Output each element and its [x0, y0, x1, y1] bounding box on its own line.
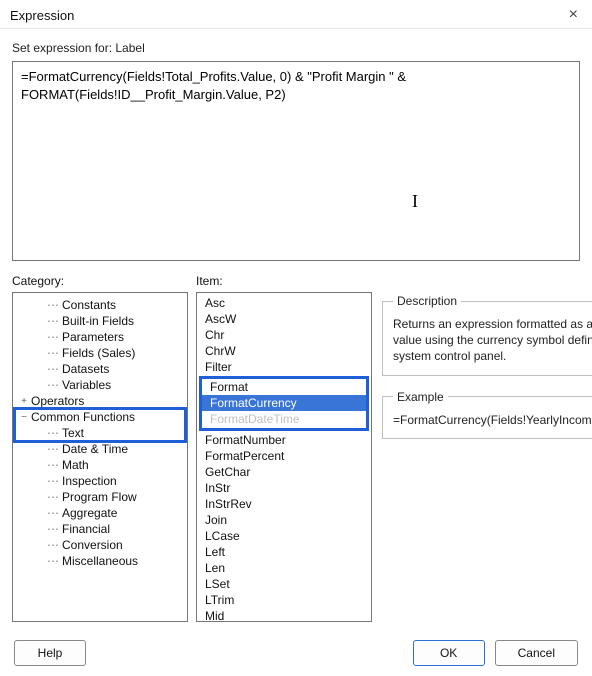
category-item[interactable]: ⋯Date & Time — [15, 441, 185, 457]
expand-icon[interactable]: + — [17, 396, 31, 407]
category-item[interactable]: ⋯Miscellaneous — [15, 553, 185, 569]
tree-branch-icon: ⋯ — [47, 458, 60, 472]
item-row[interactable]: Asc — [197, 295, 371, 311]
category-item-label: Aggregate — [62, 506, 117, 520]
item-row[interactable]: Len — [197, 560, 371, 576]
item-row[interactable]: LSet — [197, 576, 371, 592]
tree-branch-icon: ⋯ — [47, 378, 60, 392]
category-item-label: Program Flow — [62, 490, 137, 504]
ok-button[interactable]: OK — [413, 640, 485, 666]
footer-right: OK Cancel — [413, 640, 578, 666]
category-item[interactable]: ⋯Datasets — [15, 361, 185, 377]
item-highlight: FormatFormatCurrencyFormatDateTime — [199, 376, 369, 431]
category-item-label: Math — [62, 458, 89, 472]
item-column: Item: AscAscWChrChrWFilterFormatFormatCu… — [196, 274, 372, 622]
category-item-label: Financial — [62, 522, 110, 536]
set-expression-label: Set expression for: Label — [12, 41, 580, 55]
category-item[interactable]: −Common Functions — [15, 409, 185, 425]
item-row[interactable]: Filter — [197, 359, 371, 375]
category-item-label: Common Functions — [31, 410, 135, 424]
item-row[interactable]: ChrW — [197, 343, 371, 359]
category-item[interactable]: ⋯Constants — [15, 297, 185, 313]
tree-branch-icon: ⋯ — [47, 362, 60, 376]
item-row[interactable]: InStrRev — [197, 496, 371, 512]
tree-branch-icon: ⋯ — [47, 506, 60, 520]
item-row[interactable]: LCase — [197, 528, 371, 544]
tree-branch-icon: ⋯ — [47, 474, 60, 488]
tree-branch-icon: ⋯ — [47, 298, 60, 312]
window-title: Expression — [10, 8, 74, 23]
close-icon[interactable]: × — [565, 6, 582, 24]
cancel-button[interactable]: Cancel — [495, 640, 578, 666]
help-button[interactable]: Help — [14, 640, 86, 666]
category-heading: Category: — [12, 274, 188, 288]
item-row[interactable]: Mid — [197, 608, 371, 622]
item-row[interactable]: FormatDateTime — [202, 411, 366, 427]
description-group: Description Returns an expression format… — [382, 294, 592, 376]
category-item-label: Text — [62, 426, 84, 440]
category-tree[interactable]: ⋯Constants⋯Built-in Fields⋯Parameters⋯Fi… — [12, 292, 188, 622]
category-item[interactable]: ⋯Program Flow — [15, 489, 185, 505]
title-bar: Expression × — [0, 0, 592, 29]
category-item-label: Fields (Sales) — [62, 346, 135, 360]
expression-input[interactable] — [12, 61, 580, 261]
tree-branch-icon: ⋯ — [47, 522, 60, 536]
tree-branch-icon: ⋯ — [47, 554, 60, 568]
category-item-label: Built-in Fields — [62, 314, 134, 328]
example-text: =FormatCurrency(Fields!YearlyIncome.Valu… — [393, 412, 592, 428]
category-item-label: Constants — [62, 298, 116, 312]
item-row[interactable]: InStr — [197, 480, 371, 496]
category-item[interactable]: ⋯Inspection — [15, 473, 185, 489]
category-item[interactable]: ⋯Built-in Fields — [15, 313, 185, 329]
tree-branch-icon: ⋯ — [47, 314, 60, 328]
category-item-label: Variables — [62, 378, 111, 392]
item-row[interactable]: FormatCurrency — [202, 395, 366, 411]
tree-branch-icon: ⋯ — [47, 538, 60, 552]
category-item[interactable]: ⋯Aggregate — [15, 505, 185, 521]
item-row[interactable]: FormatNumber — [197, 432, 371, 448]
category-item[interactable]: ⋯Conversion — [15, 537, 185, 553]
info-column: Description Returns an expression format… — [380, 294, 592, 622]
category-item-label: Datasets — [62, 362, 109, 376]
tree-branch-icon: ⋯ — [47, 490, 60, 504]
example-group: Example =FormatCurrency(Fields!YearlyInc… — [382, 390, 592, 439]
item-row[interactable]: Left — [197, 544, 371, 560]
description-text: Returns an expression formatted as a cur… — [393, 316, 592, 365]
collapse-icon[interactable]: − — [17, 412, 31, 423]
expression-wrapper: I — [12, 61, 580, 264]
item-row[interactable]: GetChar — [197, 464, 371, 480]
example-heading: Example — [393, 390, 448, 404]
dialog-content: Set expression for: Label I Category: ⋯C… — [0, 29, 592, 632]
category-highlight: −Common Functions⋯Text — [15, 409, 185, 441]
category-item[interactable]: ⋯Math — [15, 457, 185, 473]
lower-panels: Category: ⋯Constants⋯Built-in Fields⋯Par… — [12, 274, 580, 622]
tree-branch-icon: ⋯ — [47, 426, 60, 440]
category-item[interactable]: ⋯Variables — [15, 377, 185, 393]
category-item-label: Conversion — [62, 538, 123, 552]
item-row[interactable]: Chr — [197, 327, 371, 343]
category-item-label: Inspection — [62, 474, 117, 488]
category-item-label: Miscellaneous — [62, 554, 138, 568]
category-item-label: Date & Time — [62, 442, 128, 456]
dialog-footer: Help OK Cancel — [0, 632, 592, 676]
category-item[interactable]: ⋯Financial — [15, 521, 185, 537]
item-row[interactable]: LTrim — [197, 592, 371, 608]
item-row[interactable]: FormatPercent — [197, 448, 371, 464]
category-column: Category: ⋯Constants⋯Built-in Fields⋯Par… — [12, 274, 188, 622]
item-list[interactable]: AscAscWChrChrWFilterFormatFormatCurrency… — [196, 292, 372, 622]
category-item-label: Operators — [31, 394, 84, 408]
item-row[interactable]: AscW — [197, 311, 371, 327]
category-item[interactable]: ⋯Parameters — [15, 329, 185, 345]
tree-branch-icon: ⋯ — [47, 346, 60, 360]
item-heading: Item: — [196, 274, 372, 288]
item-row[interactable]: Format — [202, 379, 366, 395]
category-item[interactable]: +Operators — [15, 393, 185, 409]
item-row[interactable]: Join — [197, 512, 371, 528]
category-item[interactable]: ⋯Text — [15, 425, 185, 441]
tree-branch-icon: ⋯ — [47, 442, 60, 456]
tree-branch-icon: ⋯ — [47, 330, 60, 344]
category-item[interactable]: ⋯Fields (Sales) — [15, 345, 185, 361]
category-item-label: Parameters — [62, 330, 124, 344]
description-heading: Description — [393, 294, 461, 308]
